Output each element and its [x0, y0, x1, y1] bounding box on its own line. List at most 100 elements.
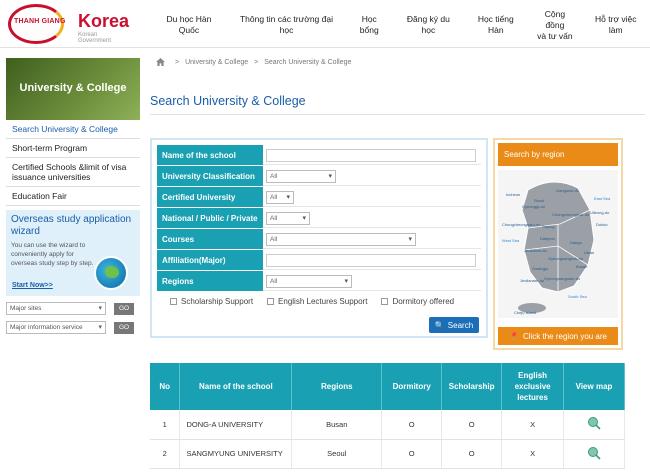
- main-nav: Du học Hàn Quốc Thông tin các trường đại…: [150, 0, 650, 48]
- certified-select[interactable]: All: [266, 191, 294, 204]
- field-label: Certified University: [157, 187, 263, 207]
- major-sites-go-button[interactable]: GO: [114, 302, 134, 315]
- major-info-select[interactable]: Major information service: [6, 321, 106, 334]
- map-label: Gyeonggi-do: [522, 204, 546, 209]
- filter-checkboxes: Scholarship Support English Lectures Sup…: [157, 297, 481, 306]
- national-select[interactable]: All: [266, 212, 310, 225]
- map-label: Gyeongsangbuk-do: [548, 256, 584, 261]
- wizard-start-link[interactable]: Start Now>>: [12, 282, 53, 289]
- field-label: Affiliation(Major): [157, 250, 263, 270]
- cell-no: 1: [150, 410, 181, 440]
- sidebar-title: University & College: [19, 82, 127, 94]
- col-dormitory: Dormitory: [381, 363, 443, 410]
- nav-korean-lang[interactable]: Học tiếng Hàn: [463, 0, 528, 48]
- site-logo[interactable]: THANH GIANG Korea Korean Government: [8, 4, 130, 44]
- nav-study-korea[interactable]: Du học Hàn Quốc: [150, 0, 228, 48]
- field-row: Courses All: [157, 229, 481, 250]
- cell-school[interactable]: DONG-A UNIVERSITY: [179, 410, 293, 440]
- cell-dorm: O: [381, 410, 443, 440]
- breadcrumb-sep-icon: >: [254, 58, 259, 66]
- map-label: Chungcheongnam-do: [502, 222, 541, 227]
- scholarship-checkbox[interactable]: Scholarship Support: [170, 297, 253, 306]
- wizard-desc: You can use the wizard to conveniently a…: [11, 242, 94, 267]
- search-form-panel: Name of the school University Classifica…: [150, 138, 488, 338]
- major-sites-select[interactable]: Major sites: [6, 302, 106, 315]
- map-label: Gwangju: [532, 266, 548, 271]
- field-label: Courses: [157, 229, 263, 249]
- checkbox-icon[interactable]: [267, 298, 275, 305]
- field-row: National / Public / Private All: [157, 208, 481, 229]
- breadcrumb: > University & College > Search Universi…: [150, 58, 645, 66]
- school-name-input[interactable]: [266, 149, 476, 162]
- logo-title: Korea: [78, 11, 130, 31]
- field-row: Affiliation(Major): [157, 250, 481, 271]
- sidebar-banner: University & College: [6, 58, 140, 120]
- map-label: Cheju Island: [514, 310, 536, 315]
- field-label: Regions: [157, 271, 263, 291]
- globe-icon: [94, 256, 128, 290]
- location-pin-icon: 📍: [508, 331, 519, 341]
- field-label: Name of the school: [157, 145, 263, 165]
- site-header: THANH GIANG Korea Korean Government Du h…: [0, 0, 650, 48]
- cell-scholar: O: [441, 439, 503, 469]
- home-icon[interactable]: [156, 58, 165, 66]
- nav-register[interactable]: Đăng ký du học: [393, 0, 463, 48]
- map-label: Incheon: [506, 192, 520, 197]
- sidebar-item-short-term[interactable]: Short-term Program: [6, 139, 140, 158]
- field-row: University Classification All: [157, 166, 481, 187]
- field-label: University Classification: [157, 166, 263, 186]
- cell-school[interactable]: SANGMYUNG UNIVERSITY: [179, 439, 293, 469]
- table-row: 1 DONG-A UNIVERSITY Busan O O X: [150, 410, 625, 440]
- sidebar-item-edu-fair[interactable]: Education Fair: [6, 187, 140, 206]
- english-lectures-checkbox[interactable]: English Lectures Support: [267, 297, 367, 306]
- checkbox-icon[interactable]: [381, 298, 389, 305]
- regions-select[interactable]: All: [266, 275, 352, 288]
- breadcrumb-item: Search University & College: [264, 58, 352, 66]
- search-button[interactable]: 🔍 Search: [429, 317, 479, 333]
- sidebar-item-search[interactable]: Search University & College: [6, 120, 140, 139]
- nav-jobs[interactable]: Hỗ trợ việc làm: [582, 0, 650, 48]
- cell-english: X: [501, 439, 565, 469]
- sidebar-item-certified[interactable]: Certified Schools &limit of visa issuanc…: [6, 158, 140, 187]
- courses-select[interactable]: All: [266, 233, 416, 246]
- breadcrumb-item[interactable]: University & College: [185, 59, 248, 66]
- nav-university-info[interactable]: Thông tin các trường đại học: [228, 0, 345, 48]
- region-title: Search by region: [498, 143, 618, 166]
- col-scholarship: Scholarship: [441, 363, 503, 410]
- cell-dorm: O: [381, 439, 443, 469]
- col-school: Name of the school: [179, 363, 293, 410]
- nav-community[interactable]: Cộng đồng và tư vấn: [528, 0, 581, 48]
- region-click-button[interactable]: 📍 Click the region you are: [498, 327, 618, 345]
- logo-brand: THANH GIANG: [14, 18, 66, 25]
- map-search-icon[interactable]: [587, 416, 601, 430]
- table-row: 2 SANGMYUNG UNIVERSITY Seoul O O X: [150, 439, 625, 469]
- map-label: Gyeongsangnam-do: [544, 276, 581, 281]
- page-title: Search University & College: [150, 94, 645, 115]
- map-label: Daejeon: [540, 236, 555, 241]
- major-sites-row: Major sites GO: [6, 302, 140, 315]
- search-form: Name of the school University Classifica…: [157, 145, 481, 306]
- dormitory-checkbox[interactable]: Dormitory offered: [381, 297, 454, 306]
- col-english: English exclusive lectures: [501, 363, 565, 410]
- cell-region: Seoul: [291, 439, 383, 469]
- field-row: Certified University All: [157, 187, 481, 208]
- classification-select[interactable]: All: [266, 170, 336, 183]
- map-label: Jeollabuk-do: [524, 248, 547, 253]
- map-label: Busan: [576, 264, 587, 269]
- nav-scholarship[interactable]: Học bổng: [345, 0, 393, 48]
- wizard-banner[interactable]: Overseas study application wizard You ca…: [6, 210, 140, 296]
- major-input[interactable]: [266, 254, 476, 267]
- map-label: Sejong: [542, 224, 554, 229]
- region-panel: Search by region Incheon Seoul Gyeonggi-…: [493, 138, 623, 350]
- logo-subtitle: Korean Government: [78, 32, 112, 44]
- map-search-icon[interactable]: [587, 446, 601, 460]
- checkbox-icon[interactable]: [170, 298, 177, 305]
- main-content: > University & College > Search Universi…: [150, 58, 645, 469]
- korea-map[interactable]: Incheon Seoul Gyeonggi-do Gangwon-do Eas…: [498, 170, 618, 318]
- sidebar-menu: Search University & College Short-term P…: [6, 120, 140, 206]
- map-label: Seoul: [534, 198, 544, 203]
- map-label: Daegu: [570, 240, 582, 245]
- col-no: No: [150, 363, 181, 410]
- map-label: South Sea: [568, 294, 587, 299]
- major-info-go-button[interactable]: GO: [114, 321, 134, 334]
